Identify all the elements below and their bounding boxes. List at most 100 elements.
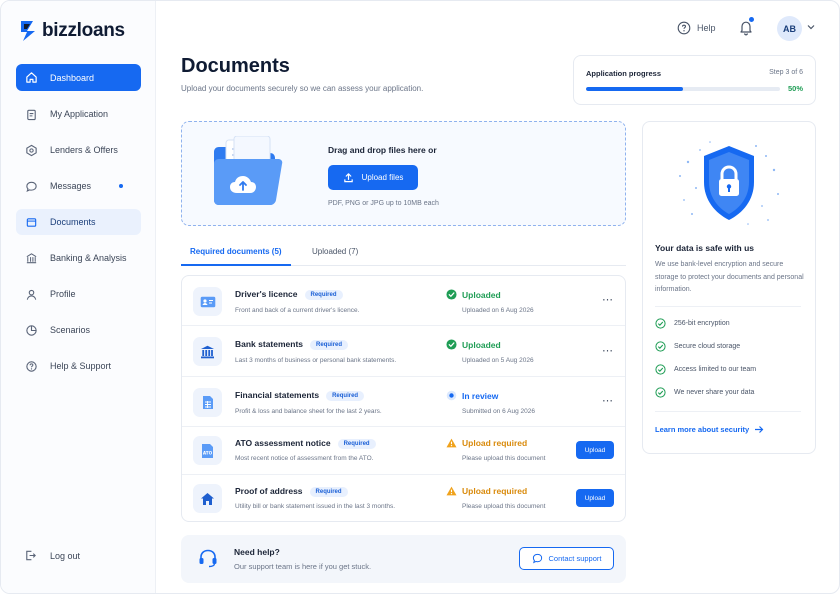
avatar[interactable]: AB (777, 16, 802, 41)
progress-fill (586, 87, 683, 91)
document-name-text: Proof of address (235, 486, 303, 496)
sidebar-nav: Dashboard My Application Lenders & Offer… (16, 64, 141, 389)
document-description: Last 3 months of business or personal ba… (235, 357, 397, 364)
dropzone-title: Drag and drop files here or (328, 145, 437, 155)
document-name: Financial statements Required (235, 390, 365, 401)
more-options-button[interactable]: ⋯ (602, 344, 614, 357)
more-options-button[interactable]: ⋯ (602, 394, 614, 407)
status-badge: In review (446, 390, 498, 401)
logout-button[interactable]: Log out (24, 549, 80, 563)
page-subtitle: Upload your documents securely so we can… (181, 84, 424, 93)
upload-proof-of-address-button[interactable]: Upload (576, 489, 614, 507)
active-tab-indicator (181, 264, 291, 266)
contact-support-button[interactable]: Contact support (519, 547, 614, 570)
check-circle-icon (446, 289, 457, 300)
notification-dot (749, 17, 754, 22)
sidebar-item-lenders-offers[interactable]: Lenders & Offers (16, 137, 141, 163)
bank-analysis-icon (24, 251, 38, 265)
contact-support-label: Contact support (548, 554, 602, 563)
status-badge: Uploaded (446, 289, 501, 300)
status-badge: Upload required (446, 486, 527, 496)
document-name: ATO assessment notice Required (235, 438, 376, 449)
application-progress-card: Application progress Step 3 of 6 50% (573, 55, 816, 105)
document-name-text: Driver's licence (235, 289, 298, 299)
sidebar-item-label: Scenarios (50, 325, 91, 335)
status-badge: Upload required (446, 438, 527, 448)
required-badge: Required (337, 439, 376, 449)
arrow-right-icon (755, 426, 764, 433)
status-subtext: Uploaded on 6 Aug 2026 (462, 307, 534, 314)
security-feature-item: Secure cloud storage (655, 341, 740, 352)
document-row-ato-assessment[interactable]: ATO ATO assessment notice Required Most r… (182, 427, 625, 475)
shield-lock-icon (679, 141, 779, 225)
in-review-icon (446, 390, 457, 401)
upload-icon (343, 173, 353, 183)
documents-tabs: Required documents (5) Uploaded (7) (181, 239, 626, 266)
need-help-card: Need help? Our support team is here if y… (181, 535, 626, 583)
logo-mark-icon (21, 21, 35, 41)
sidebar-item-scenarios[interactable]: Scenarios (16, 317, 141, 343)
help-circle-icon (24, 359, 38, 373)
svg-text:ATO: ATO (203, 450, 213, 455)
warning-icon (446, 438, 457, 448)
check-circle-icon (655, 341, 666, 352)
id-card-icon (193, 287, 222, 316)
brand-logo[interactable]: bizzloans (19, 19, 125, 43)
progress-track (586, 87, 780, 91)
help-button[interactable]: Help (677, 21, 716, 35)
document-row-bank-statements[interactable]: Bank statements Required Last 3 months of… (182, 326, 625, 377)
document-name-text: ATO assessment notice (235, 438, 331, 448)
app-window: bizzloans Dashboard My Application Lende… (0, 0, 840, 594)
upload-dropzone[interactable]: Drag and drop files here or Upload files… (181, 121, 626, 226)
spreadsheet-icon (193, 388, 222, 417)
document-row-financial-statements[interactable]: Financial statements Required Profit & lo… (182, 377, 625, 427)
help-card-title: Need help? (234, 547, 280, 557)
status-subtext: Submitted on 6 Aug 2026 (462, 408, 536, 415)
tab-uploaded[interactable]: Uploaded (7) (312, 247, 358, 256)
progress-label: Application progress (586, 69, 662, 78)
help-circle-icon (677, 21, 691, 35)
sidebar-item-dashboard[interactable]: Dashboard (16, 64, 141, 91)
status-subtext: Please upload this document (462, 455, 546, 462)
security-feature-item: We never share your data (655, 387, 754, 398)
logout-icon (24, 549, 38, 563)
status-text: Upload required (462, 438, 528, 448)
security-panel: Your data is safe with us We use bank-le… (642, 121, 816, 454)
bank-icon (24, 143, 38, 157)
document-row-proof-of-address[interactable]: Proof of address Required Utility bill or… (182, 475, 625, 521)
required-badge: Required (310, 340, 349, 350)
learn-more-security-link[interactable]: Learn more about security (655, 425, 764, 434)
upload-files-button[interactable]: Upload files (328, 165, 418, 190)
dropzone-hint: PDF, PNG or JPG up to 10MB each (328, 200, 439, 207)
status-badge: Uploaded (446, 339, 501, 350)
chat-icon (24, 179, 38, 193)
chevron-down-icon[interactable] (807, 24, 815, 30)
brand-name: bizzloans (42, 20, 125, 41)
document-row-drivers-licence[interactable]: Driver's licence Required Front and back … (182, 276, 625, 326)
clipboard-icon (24, 107, 38, 121)
sidebar-item-documents[interactable]: Documents (16, 209, 141, 235)
more-options-button[interactable]: ⋯ (602, 293, 614, 306)
sidebar-item-banking-analysis[interactable]: Banking & Analysis (16, 245, 141, 271)
divider (655, 411, 801, 412)
page-title: Documents (181, 55, 290, 77)
status-subtext: Please upload this document (462, 503, 546, 510)
ato-document-icon: ATO (193, 436, 222, 465)
sidebar-item-label: Lenders & Offers (50, 145, 118, 155)
upload-ato-button[interactable]: Upload (576, 441, 614, 459)
sidebar-item-my-application[interactable]: My Application (16, 101, 141, 127)
sidebar-item-label: Banking & Analysis (50, 253, 127, 263)
security-feature-label: Access limited to our team (674, 366, 757, 373)
document-icon (24, 215, 38, 229)
pie-chart-icon (24, 323, 38, 337)
sidebar-item-label: My Application (50, 109, 109, 119)
security-feature-item: Access limited to our team (655, 364, 756, 375)
sidebar-item-label: Profile (50, 289, 76, 299)
tab-required-documents[interactable]: Required documents (5) (190, 247, 282, 256)
sidebar-item-help-support[interactable]: Help & Support (16, 353, 141, 379)
sidebar-item-profile[interactable]: Profile (16, 281, 141, 307)
folder-upload-icon (214, 136, 283, 205)
sidebar-item-label: Help & Support (50, 361, 112, 371)
document-description: Front and back of a current driver's lic… (235, 307, 360, 314)
sidebar-item-messages[interactable]: Messages (16, 173, 141, 199)
